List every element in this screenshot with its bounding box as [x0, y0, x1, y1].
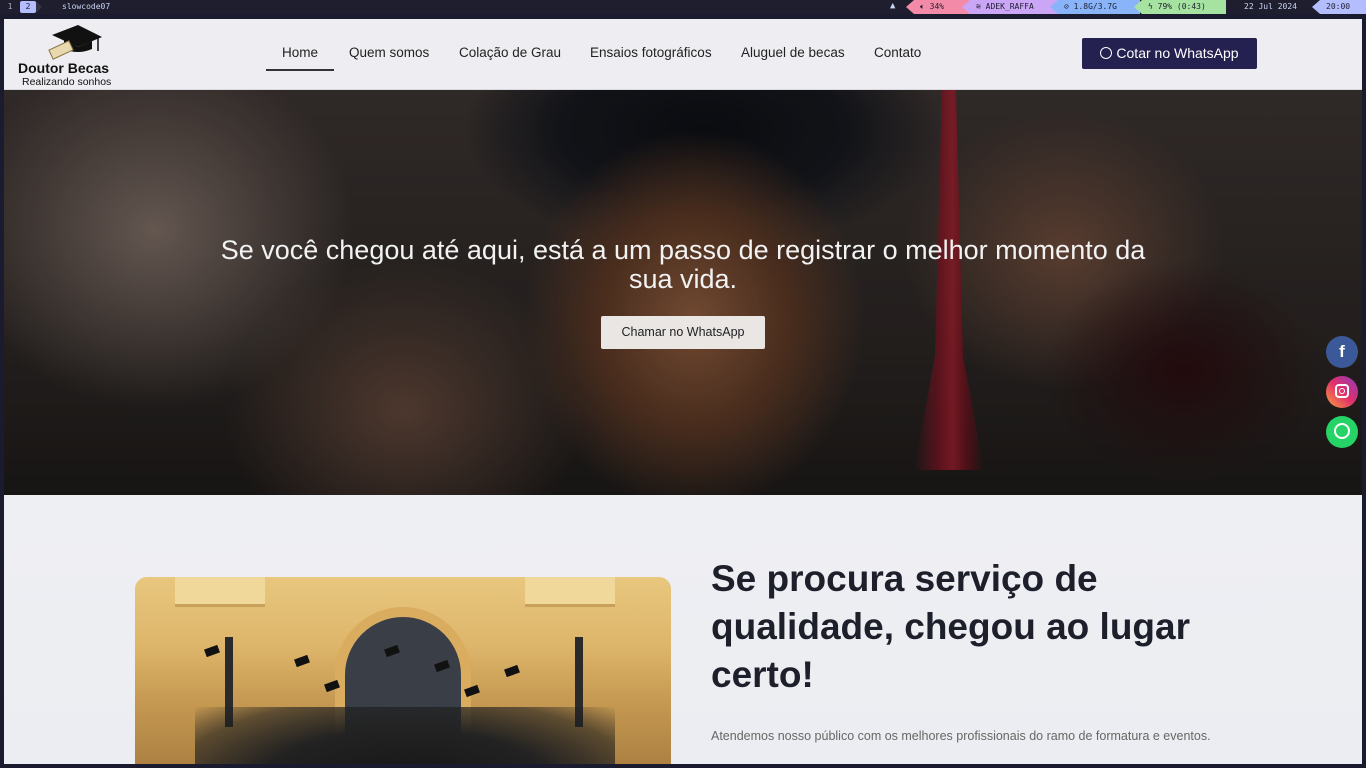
whatsapp-glyph — [1334, 423, 1350, 439]
arch-logo-icon: ▲ — [890, 1, 896, 11]
nav-contato[interactable]: Contato — [874, 45, 921, 60]
photo-thrown-cap — [294, 654, 310, 668]
volume-value: 34% — [929, 2, 945, 11]
hero-title: Se você chegou até aqui, está a um passo… — [220, 235, 1146, 294]
site-logo[interactable]: Doutor Becas Realizando sonhos — [18, 21, 128, 89]
logo-name: Doutor Becas — [18, 60, 110, 76]
workspace-separator — [36, 1, 42, 13]
wifi-name: ADEK_RAFFA — [985, 2, 1034, 11]
photo-cornice-right — [525, 577, 615, 607]
instagram-icon[interactable] — [1326, 376, 1358, 408]
section-title: Se procura serviço de qualidade, chegou … — [711, 558, 1191, 695]
graduation-cap-icon — [48, 25, 102, 60]
hero-whatsapp-button[interactable]: Chamar no WhatsApp — [601, 316, 765, 349]
logo-tagline: Realizando sonhos — [22, 76, 112, 88]
site-header: Doutor Becas Realizando sonhos Home Quem… — [4, 19, 1362, 90]
memory-value: 1.8G/3.7G — [1073, 2, 1117, 11]
nav-home[interactable]: Home — [265, 45, 335, 71]
time-display: 20:00 — [1312, 0, 1366, 14]
facebook-glyph: f — [1339, 342, 1345, 361]
wifi-indicator[interactable]: ≋ ADEK_RAFFA — [962, 0, 1058, 14]
photo-graduates — [195, 707, 615, 764]
battery-value: 79% (0:43) — [1157, 2, 1206, 11]
memory-indicator: ⊘ 1.8G/3.7G — [1050, 0, 1140, 14]
wifi-icon: ≋ — [976, 2, 986, 11]
memory-icon: ⊘ — [1064, 2, 1074, 11]
photo-thrown-cap — [504, 664, 520, 678]
battery-indicator: ϟ 79% (0:43) — [1134, 0, 1226, 14]
photo-cornice-left — [175, 577, 265, 607]
system-status-bar: 1 2 slowcode07 ▲ 🔈︎ 34% ≋ ADEK_RAFFA ⊘ 1… — [0, 0, 1366, 14]
nav-colacao-de-grau[interactable]: Colação de Grau — [459, 45, 561, 60]
hero-banner: Se você chegou até aqui, está a um passo… — [4, 90, 1362, 495]
battery-icon: ϟ — [1148, 2, 1158, 11]
whatsapp-float-icon[interactable] — [1326, 416, 1358, 448]
workspace-1[interactable]: 1 — [2, 1, 18, 13]
volume-icon: 🔈︎ — [920, 2, 930, 11]
instagram-glyph — [1335, 384, 1349, 398]
window-title: slowcode07 — [62, 2, 111, 11]
nav-quem-somos[interactable]: Quem somos — [349, 45, 429, 60]
date-display: 22 Jul 2024 — [1244, 2, 1297, 11]
whatsapp-quote-button[interactable]: Cotar no WhatsApp — [1082, 38, 1257, 69]
graduation-photo — [135, 577, 671, 764]
workspace-2[interactable]: 2 — [20, 1, 36, 13]
photo-thrown-cap — [204, 644, 220, 658]
section-text: Atendemos nosso público com os melhores … — [711, 729, 1211, 743]
whatsapp-icon — [1100, 47, 1113, 59]
nav-ensaios-fotograficos[interactable]: Ensaios fotográficos — [590, 45, 712, 60]
quality-section: Se procura serviço de qualidade, chegou … — [4, 495, 1362, 764]
facebook-icon[interactable]: f — [1326, 336, 1358, 368]
whatsapp-quote-label: Cotar no WhatsApp — [1116, 45, 1239, 61]
browser-viewport: Doutor Becas Realizando sonhos Home Quem… — [4, 19, 1362, 764]
nav-aluguel-de-becas[interactable]: Aluguel de becas — [741, 45, 845, 60]
